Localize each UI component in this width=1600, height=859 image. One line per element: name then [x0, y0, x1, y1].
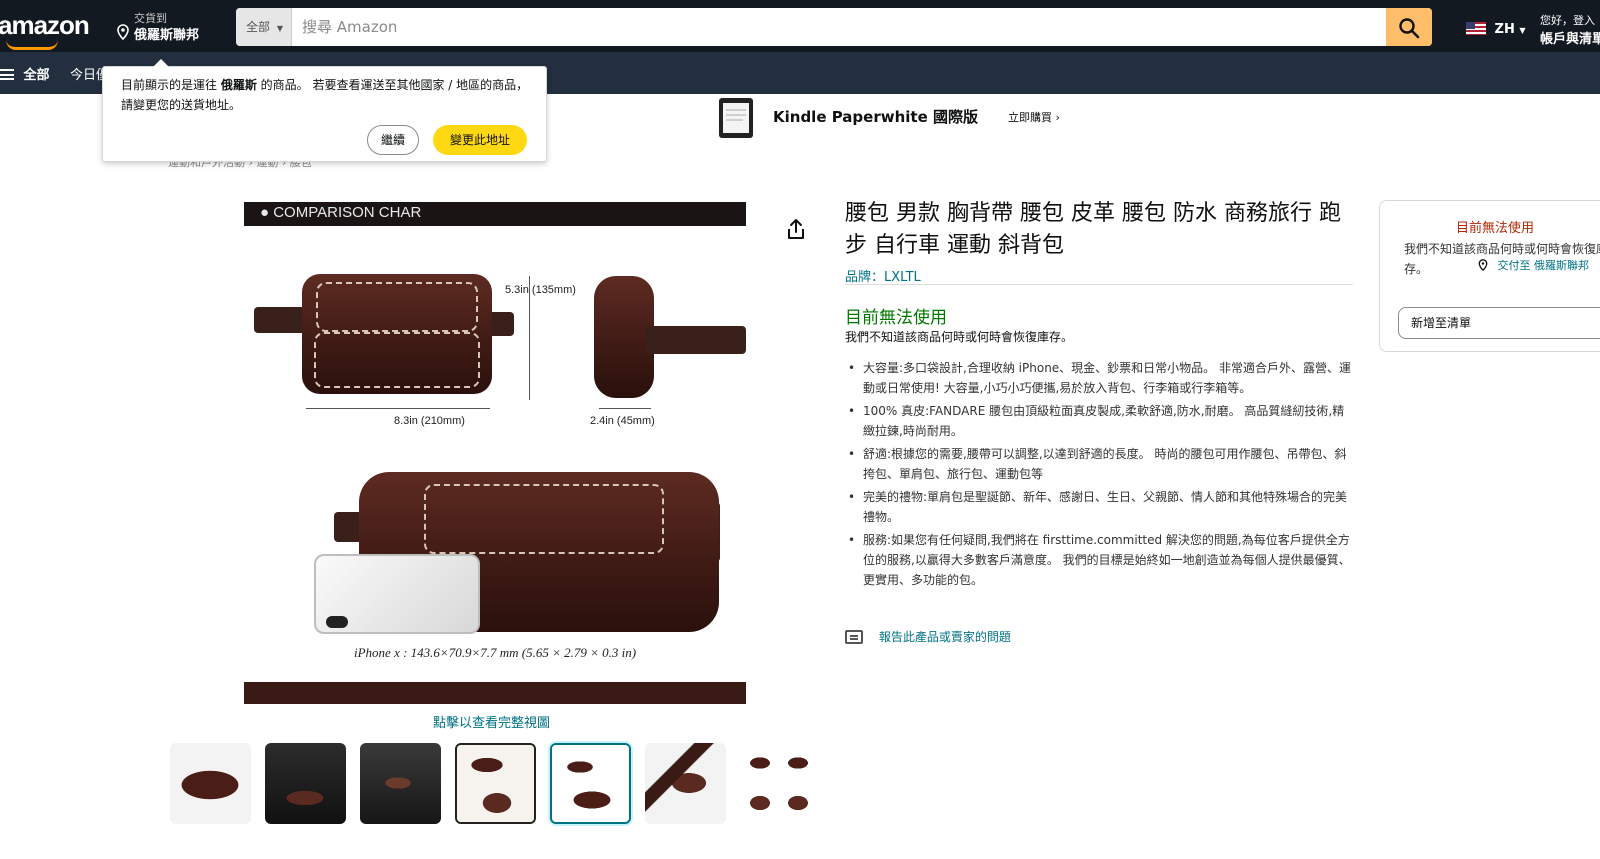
- report-issue-label: 報告此產品或賣家的問題: [878, 630, 1011, 644]
- phone-size-caption: iPhone x : 143.6×70.9×7.7 mm (5.65 × 2.7…: [354, 645, 637, 660]
- language-selector[interactable]: ZH ▼: [1466, 22, 1526, 37]
- caret-down-icon: ▼: [1519, 26, 1526, 35]
- kindle-banner-title: Kindle Paperwhite 國際版: [773, 108, 978, 126]
- buybox-deliver-label: 交付至 俄羅斯聯邦: [1497, 259, 1590, 272]
- kindle-buy-now-link[interactable]: 立即購買 ›: [1008, 109, 1060, 125]
- feature-bullet: 大容量:多口袋設計,合理收納 iPhone、現金、鈔票和日常小物品。 非常適合戶…: [846, 358, 1354, 398]
- account-greeting: 您好，登入: [1540, 14, 1595, 27]
- comparison-chart-title: ● COMPARISON CHAR: [260, 204, 422, 221]
- thumbnail[interactable]: [455, 743, 536, 824]
- width-dimension-line: [306, 408, 490, 409]
- thumbnail-image: [360, 743, 441, 824]
- share-button[interactable]: [786, 218, 806, 244]
- popover-message-country: 俄羅斯: [220, 78, 257, 92]
- language-code: ZH: [1494, 22, 1515, 37]
- product-title: 腰包 男款 胸背帶 腰包 皮革 腰包 防水 商務旅行 跑步 自行車 運動 斜背包: [845, 201, 1341, 258]
- search-bar: 全部 ▼: [236, 8, 1432, 46]
- bag-side-view: [594, 276, 654, 398]
- feature-bullet: 100% 真皮:FANDARE 腰包由頂級粒面真皮製成,柔軟舒適,防水,耐磨。 …: [846, 401, 1354, 441]
- depth-dimension-label: 2.4in (45mm): [590, 415, 655, 427]
- feature-bullets: 大容量:多口袋設計,合理收納 iPhone、現金、鈔票和日常小物品。 非常適合戶…: [846, 358, 1354, 593]
- search-button[interactable]: [1386, 8, 1432, 46]
- width-dimension-label: 8.3in (210mm): [394, 415, 465, 427]
- thumbnail-image: [645, 743, 726, 824]
- share-icon: [788, 219, 804, 239]
- comparison-chart-header: ● COMPARISON CHAR: [244, 202, 746, 226]
- thumbnail-image: [457, 745, 534, 822]
- brand-link[interactable]: 品牌：LXLTL: [845, 266, 921, 285]
- all-menu-label: 全部: [23, 68, 50, 83]
- comment-icon: [845, 630, 863, 644]
- thumbnail[interactable]: [740, 743, 821, 824]
- logo-text: amazon: [0, 10, 90, 40]
- popover-message: 目前顯示的是運往 俄羅斯 的商品。 若要查看運送至其他國家 / 地區的商品，請變…: [121, 75, 531, 115]
- thumbnail[interactable]: [170, 743, 251, 824]
- popover-message-part1: 目前顯示的是運往: [121, 78, 221, 92]
- thumbnail-selected[interactable]: [550, 743, 631, 824]
- kindle-device-icon: [719, 98, 753, 138]
- search-input[interactable]: [292, 8, 1382, 46]
- depth-dimension-line: [599, 408, 651, 409]
- location-pin-icon: [117, 24, 129, 40]
- bag-stitching: [314, 332, 480, 388]
- logo-smile-icon: [6, 40, 58, 50]
- bag-side-strap: [646, 326, 746, 354]
- feature-bullet: 舒適:根據您的需要,腰帶可以調整,以達到舒適的長度。 時尚的腰包可用作腰包、吊帶…: [846, 444, 1354, 484]
- search-icon: [1399, 18, 1420, 39]
- availability-status: 目前無法使用: [845, 308, 947, 328]
- height-dimension-label: 5.3in (135mm): [505, 284, 576, 296]
- continue-button[interactable]: 繼續: [367, 125, 419, 155]
- iphone-size-reference: [314, 554, 480, 634]
- main-product-image[interactable]: ● COMPARISON CHAR 5.3in (135mm) 8.3in (2…: [244, 202, 746, 704]
- thumbnail[interactable]: [265, 743, 346, 824]
- change-address-button[interactable]: 變更此地址: [433, 125, 527, 155]
- hamburger-icon: [0, 69, 14, 80]
- phone-camera: [326, 616, 348, 628]
- thumbnail[interactable]: [360, 743, 441, 824]
- buybox-deliver-link[interactable]: 交付至 俄羅斯聯邦: [1478, 257, 1589, 273]
- buy-box: 目前無法使用 我們不知道該商品何時或何時會恢復庫存。 交付至 俄羅斯聯邦 新增至…: [1379, 200, 1600, 352]
- report-issue-link[interactable]: 報告此產品或賣家的問題: [845, 628, 1011, 645]
- bag-flap-stitching: [316, 282, 478, 332]
- thumbnail-image: [740, 743, 821, 824]
- location-pin-icon: [1478, 259, 1488, 271]
- thumbnail[interactable]: [645, 743, 726, 824]
- full-view-link[interactable]: 點擊以查看完整視圖: [433, 712, 550, 731]
- thumbnail-image: [170, 743, 251, 824]
- amazon-logo[interactable]: amazon: [0, 10, 90, 50]
- search-category-label: 全部: [246, 20, 271, 34]
- thumbnail-image: [265, 743, 346, 824]
- location-popover: 目前顯示的是運往 俄羅斯 的商品。 若要查看運送至其他國家 / 地區的商品，請變…: [102, 59, 547, 162]
- feature-bullet: 服務:如果您有任何疑問,我們將在 firsttime.committed 解決您…: [846, 530, 1354, 590]
- bag-stitching: [424, 484, 664, 554]
- us-flag-icon: [1466, 22, 1486, 35]
- restock-note: 我們不知道該商品何時或何時會恢復庫存。: [845, 330, 1074, 344]
- caret-down-icon: ▼: [276, 24, 283, 33]
- account-lists-label: 帳戶與清單: [1540, 32, 1600, 47]
- add-to-list-button[interactable]: 新增至清單: [1398, 307, 1600, 339]
- buybox-unavailable: 目前無法使用: [1456, 221, 1535, 236]
- title-divider: [845, 284, 1353, 285]
- image-footer-bar: [244, 682, 746, 704]
- search-category-dropdown[interactable]: 全部 ▼: [236, 8, 292, 46]
- thumbnail-image: [552, 745, 629, 822]
- feature-bullet: 完美的禮物:單肩包是聖誕節、新年、感謝日、生日、父親節、情人節和其他特殊場合的完…: [846, 487, 1354, 527]
- top-nav-bar: amazon 交貨到 俄羅斯聯邦 全部 ▼ ZH ▼ 您好，登入 帳戶與清單: [0, 0, 1600, 52]
- account-menu[interactable]: 您好，登入 帳戶與清單: [1540, 12, 1600, 47]
- deliver-to-country: 俄羅斯聯邦: [134, 28, 200, 43]
- all-menu-button[interactable]: 全部: [0, 64, 50, 83]
